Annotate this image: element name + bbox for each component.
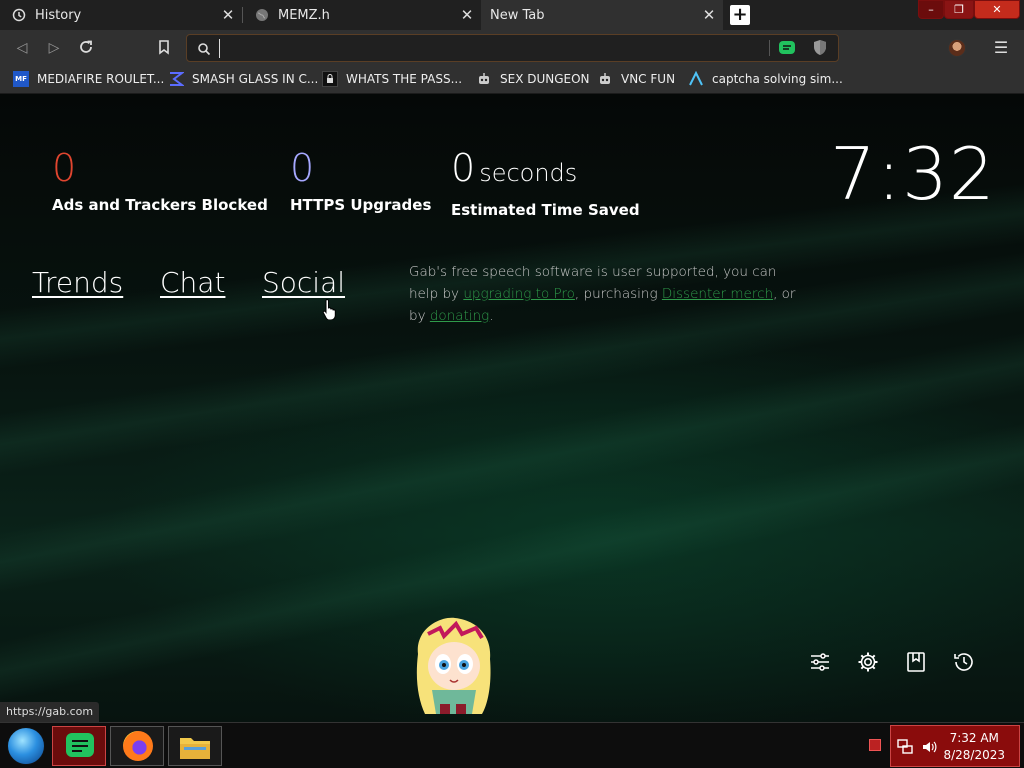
tab-new-tab[interactable]: New Tab ✕ bbox=[481, 0, 723, 30]
menu-icon[interactable]: ☰ bbox=[992, 39, 1010, 57]
volume-icon[interactable] bbox=[921, 739, 937, 759]
bookmarks-manager-icon[interactable] bbox=[904, 650, 928, 674]
bookmark-label: SMASH GLASS IN C... bbox=[192, 72, 319, 86]
bookmark-label: MEDIAFIRE ROULET... bbox=[37, 72, 165, 86]
mediafire-icon: MF bbox=[13, 71, 29, 87]
lock-icon bbox=[322, 71, 338, 87]
clock: 7:32 bbox=[830, 132, 996, 216]
bookmark-sex-dungeon[interactable]: SEX DUNGEON bbox=[476, 70, 590, 88]
bookmarks-bar: MF MEDIAFIRE ROULET... SMASH GLASS IN C.… bbox=[0, 65, 1024, 94]
firefox-icon bbox=[123, 731, 153, 761]
sponsor-text: , or bbox=[773, 286, 796, 302]
bookmark-label: SEX DUNGEON bbox=[500, 72, 590, 86]
screen: History ✕ MEMZ.h ✕ New Tab ✕ + – ❐ ✕ ◁ ▷ bbox=[0, 0, 1024, 768]
link-dissenter-merch[interactable]: Dissenter merch bbox=[662, 286, 773, 302]
stat-https-upgrades: 0 HTTPS Upgrades bbox=[290, 146, 431, 214]
sponsor-text: by bbox=[409, 308, 430, 324]
url-input[interactable] bbox=[219, 39, 739, 58]
bookmark-whats-the-pass[interactable]: WHATS THE PASS... bbox=[322, 70, 462, 88]
history-icon[interactable] bbox=[952, 650, 976, 674]
bookmark-label: VNC FUN bbox=[621, 72, 676, 86]
bookmark-mediafire[interactable]: MF MEDIAFIRE ROULET... bbox=[13, 70, 164, 88]
system-tray: 7:32 AM 8/28/2023 bbox=[890, 725, 1020, 767]
settings-gear-icon[interactable] bbox=[856, 650, 880, 674]
link-trends[interactable]: Trends bbox=[32, 266, 123, 299]
close-tab-icon[interactable]: ✕ bbox=[220, 7, 236, 23]
chat-app-icon bbox=[65, 732, 95, 764]
shield-icon[interactable] bbox=[812, 39, 828, 61]
browser-toolbar: ◁ ▷ ☰ bbox=[0, 30, 1024, 65]
back-icon[interactable]: ◁ bbox=[13, 39, 31, 57]
divider bbox=[769, 40, 770, 56]
taskbar-chat-app[interactable] bbox=[52, 726, 106, 766]
tray-clock[interactable]: 7:32 AM 8/28/2023 bbox=[943, 730, 1005, 764]
link-chat[interactable]: Chat bbox=[160, 266, 225, 299]
tab-label: History bbox=[35, 7, 82, 23]
folder-icon bbox=[178, 733, 212, 765]
new-tab-button[interactable]: + bbox=[730, 5, 750, 25]
stat-unit: seconds bbox=[479, 159, 578, 187]
sponsor-text: help by bbox=[409, 286, 464, 302]
tab-strip: History ✕ MEMZ.h ✕ New Tab ✕ + – ❐ ✕ bbox=[0, 0, 1024, 30]
tray-flag-icon[interactable] bbox=[869, 739, 881, 751]
tray-time: 7:32 AM bbox=[949, 731, 999, 745]
taskbar-file-explorer[interactable] bbox=[168, 726, 222, 766]
tab-label: MEMZ.h bbox=[278, 7, 330, 23]
address-bar[interactable] bbox=[186, 34, 839, 62]
link-upgrade-pro[interactable]: upgrading to Pro bbox=[463, 286, 575, 302]
chat-extension-icon[interactable] bbox=[778, 40, 796, 60]
link-donating[interactable]: donating bbox=[430, 308, 489, 324]
search-icon bbox=[197, 41, 211, 60]
forward-icon[interactable]: ▷ bbox=[45, 39, 63, 57]
tray-date: 8/28/2023 bbox=[943, 748, 1005, 762]
new-tab-page: 0 Ads and Trackers Blocked 0 HTTPS Upgra… bbox=[0, 94, 1024, 722]
tab-label: New Tab bbox=[490, 7, 545, 23]
close-tab-icon[interactable]: ✕ bbox=[701, 7, 717, 23]
bookmark-vnc-fun[interactable]: VNC FUN bbox=[597, 70, 675, 88]
smash-icon bbox=[168, 71, 184, 87]
sponsor-message: Gab's free speech software is user suppo… bbox=[409, 261, 809, 327]
stat-label: Estimated Time Saved bbox=[451, 201, 640, 219]
robot-icon bbox=[476, 71, 492, 87]
customize-sliders-icon[interactable] bbox=[808, 650, 832, 674]
minimize-button[interactable]: – bbox=[918, 0, 944, 19]
sponsor-text: Gab's free speech software is user suppo… bbox=[409, 264, 777, 280]
start-button[interactable] bbox=[7, 727, 45, 765]
stat-value: 0 bbox=[451, 146, 476, 190]
hand-cursor-icon bbox=[322, 298, 338, 324]
globe-icon bbox=[255, 8, 269, 22]
history-icon bbox=[12, 8, 26, 22]
restore-button[interactable]: ❐ bbox=[944, 0, 974, 19]
cartoon-character-image bbox=[410, 614, 496, 722]
network-icon[interactable] bbox=[897, 739, 913, 759]
sponsor-text: . bbox=[489, 308, 494, 324]
reload-icon[interactable] bbox=[77, 39, 95, 57]
stat-time-saved: 0 seconds Estimated Time Saved bbox=[451, 146, 640, 219]
a-icon bbox=[688, 71, 704, 87]
taskbar-firefox[interactable] bbox=[110, 726, 164, 766]
stat-label: HTTPS Upgrades bbox=[290, 196, 432, 214]
bookmark-smash-glass[interactable]: SMASH GLASS IN C... bbox=[168, 70, 318, 88]
stat-label: Ads and Trackers Blocked bbox=[52, 196, 268, 214]
bookmark-icon[interactable] bbox=[155, 39, 173, 57]
sponsor-text: , purchasing bbox=[574, 286, 662, 302]
robot-icon bbox=[597, 71, 613, 87]
stat-value: 0 bbox=[290, 146, 315, 190]
stat-ads-blocked: 0 Ads and Trackers Blocked bbox=[52, 146, 268, 214]
bookmark-captcha[interactable]: captcha solving sim... bbox=[688, 70, 843, 88]
tab-memz[interactable]: MEMZ.h ✕ bbox=[243, 0, 481, 30]
bookmark-label: WHATS THE PASS... bbox=[346, 72, 463, 86]
bookmark-label: captcha solving sim... bbox=[712, 72, 843, 86]
close-tab-icon[interactable]: ✕ bbox=[459, 7, 475, 23]
status-url: https://gab.com bbox=[0, 702, 100, 722]
tab-history[interactable]: History ✕ bbox=[0, 0, 242, 30]
taskbar: 7:32 AM 8/28/2023 bbox=[0, 722, 1024, 768]
profile-avatar[interactable] bbox=[948, 39, 966, 57]
close-window-button[interactable]: ✕ bbox=[974, 0, 1020, 19]
link-social[interactable]: Social bbox=[262, 266, 345, 299]
stat-value: 0 bbox=[52, 146, 77, 190]
